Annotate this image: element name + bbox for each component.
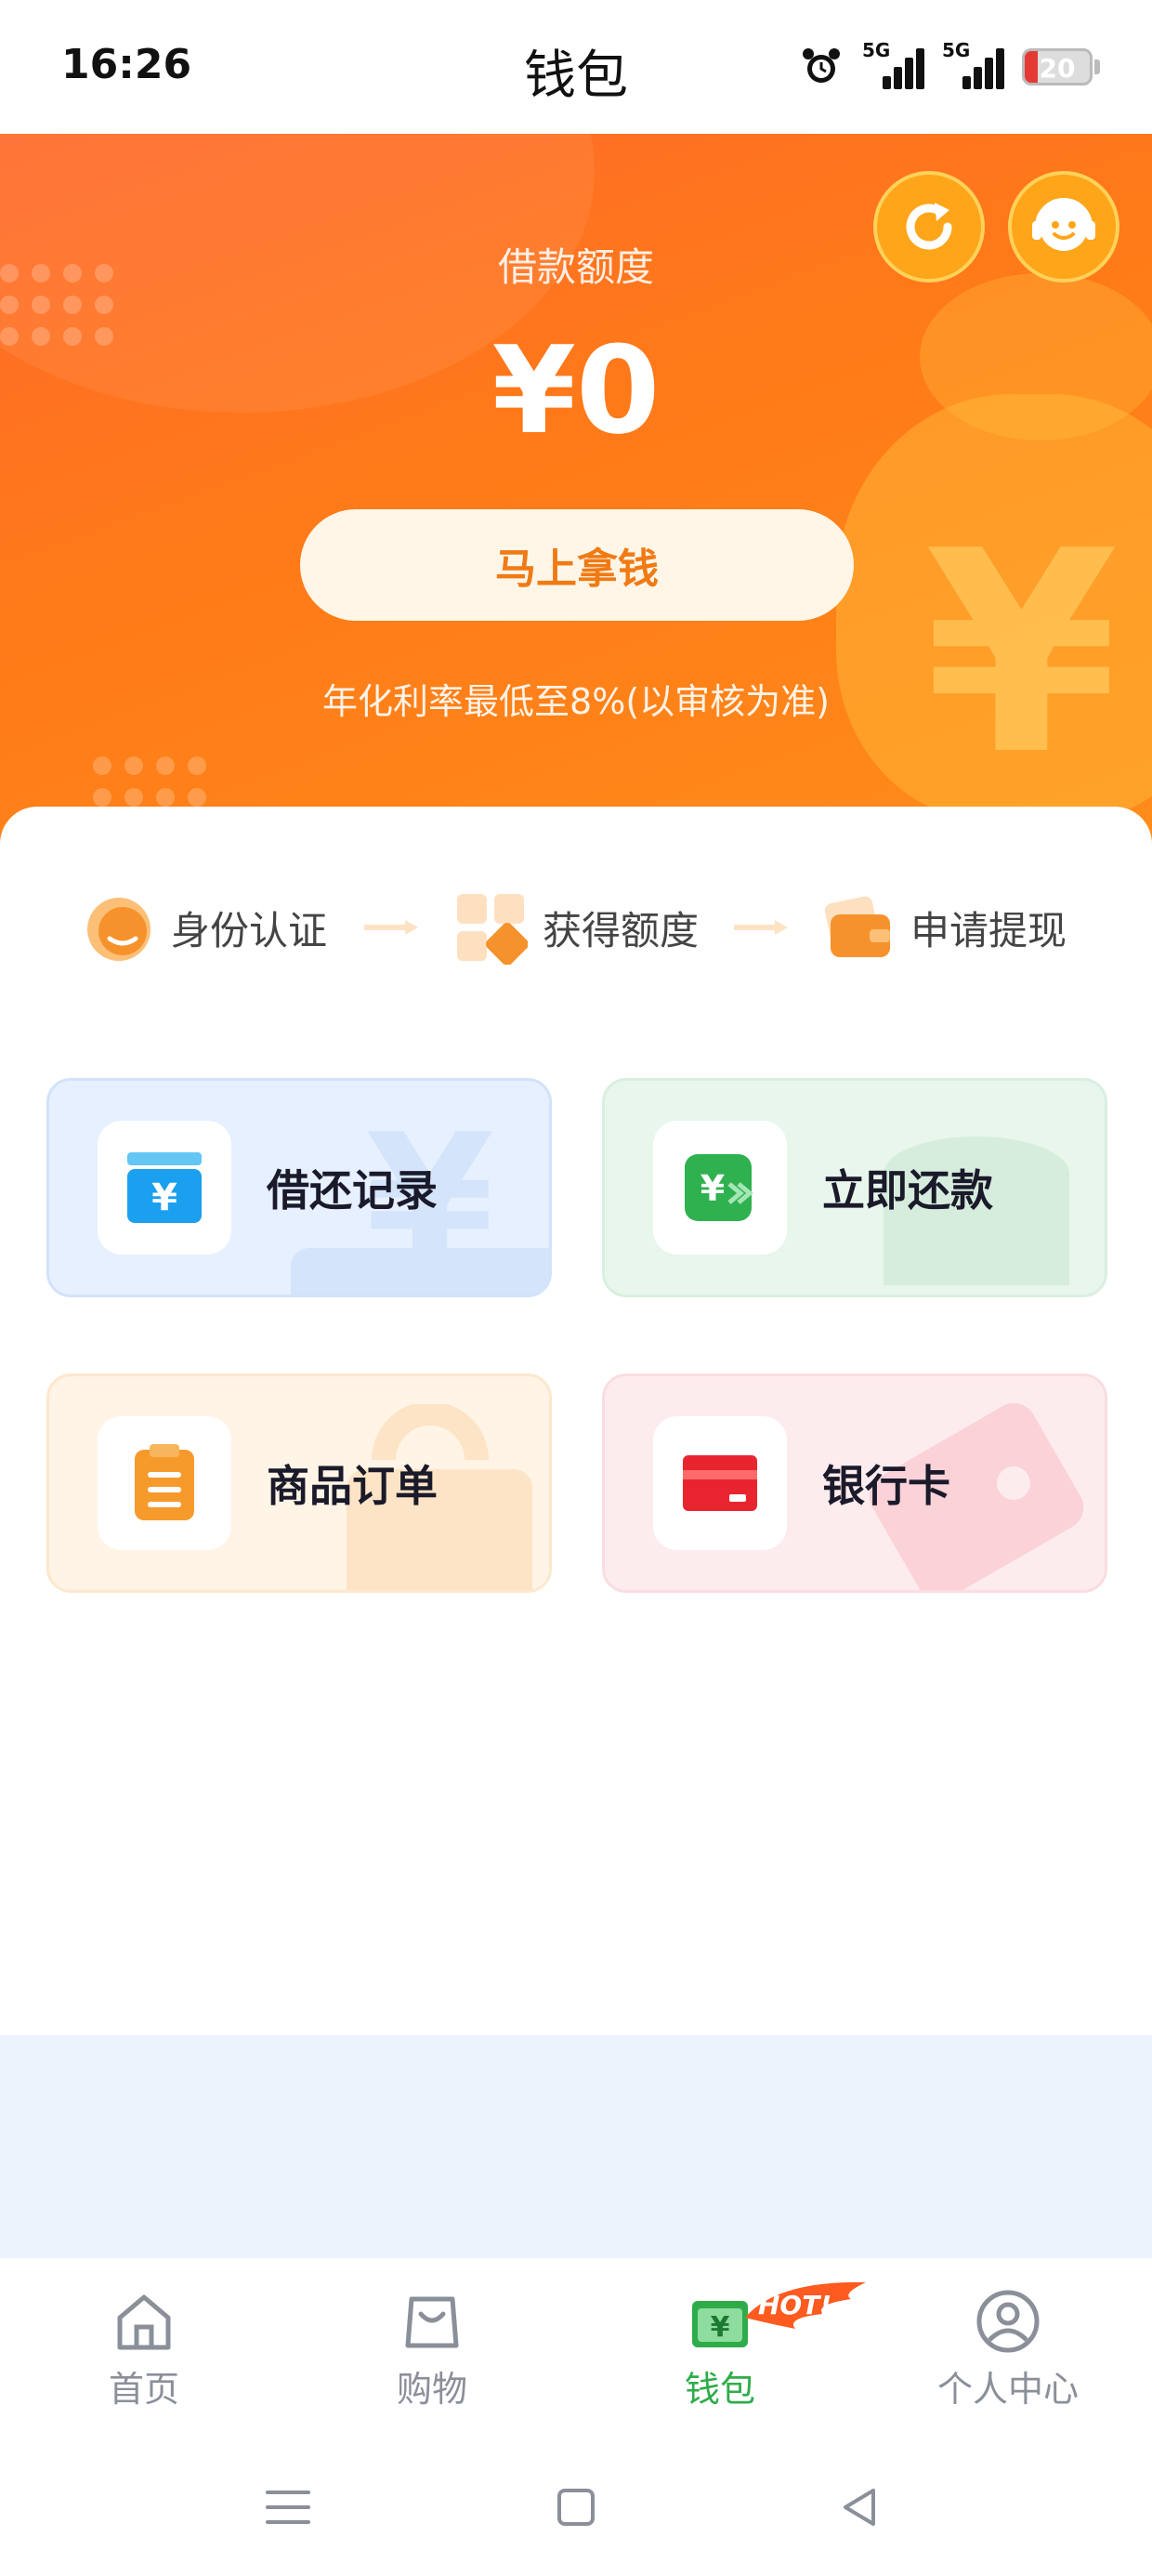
wallet-icon <box>824 896 890 957</box>
loan-hero: ¥ 借款额度 ¥0 马上拿钱 年化利率最低至8%(以审核为准) <box>0 134 1152 849</box>
loan-steps: 身份认证 获得额度 申请提现 <box>0 881 1152 974</box>
loan-limit-label: 借款额度 <box>497 244 654 290</box>
shopping-bag-icon <box>405 2296 459 2348</box>
home-square-icon[interactable] <box>548 2479 604 2535</box>
signal-icon-sim1: 5G <box>862 39 924 89</box>
nav-item-profile[interactable]: 个人中心 <box>864 2258 1152 2444</box>
yen-forward-icon: ¥ <box>685 1154 753 1221</box>
bank-card-icon <box>683 1455 757 1511</box>
signal-icon-sim2: 5G <box>942 39 1004 89</box>
nav-item-home[interactable]: 首页 <box>0 2258 288 2444</box>
menu-icon[interactable] <box>260 2479 316 2535</box>
empty-area <box>0 2035 1152 2258</box>
battery-level: 20 <box>1039 53 1076 84</box>
step-identity: 身份认证 <box>82 881 327 974</box>
borrow-repay-records-tile[interactable]: ¥ ¥ 借还记录 <box>46 1078 552 1297</box>
alarm-icon <box>803 48 840 83</box>
bottom-nav: 首页 购物 ¥ HOT! 钱包 个人中心 <box>0 2258 1152 2444</box>
user-icon <box>976 2290 1040 2353</box>
identity-icon <box>87 898 151 961</box>
system-nav-bar <box>0 2444 1152 2576</box>
wallet-content: 身份认证 获得额度 申请提现 ¥ ¥ 借还记录 ¥ 立即还款 商品订单 银行卡 <box>0 807 1152 2035</box>
get-money-button[interactable]: 马上拿钱 <box>300 509 854 621</box>
svg-text:¥: ¥ <box>711 2311 730 2344</box>
svg-text:¥: ¥ <box>151 1176 177 1219</box>
quota-icon <box>457 894 528 965</box>
home-icon <box>117 2294 171 2350</box>
nav-item-shopping[interactable]: 购物 <box>288 2258 576 2444</box>
svg-text:HOT!: HOT! <box>758 2290 831 2320</box>
hot-badge: HOT! <box>745 2281 866 2329</box>
clipboard-icon <box>135 1444 194 1520</box>
yen-card-icon: ¥ <box>127 1152 202 1223</box>
svg-text:¥: ¥ <box>700 1168 725 1209</box>
back-icon[interactable] <box>832 2479 888 2535</box>
step-arrow-icon <box>364 920 418 935</box>
step-withdraw: 申请提现 <box>821 881 1067 974</box>
battery-icon: 20 <box>1022 48 1093 85</box>
step-quota: 获得额度 <box>453 881 699 974</box>
status-bar: 16:26 钱包 5G 5G 20 <box>0 0 1152 134</box>
step-arrow-icon <box>734 920 788 935</box>
status-icons: 5G 5G 20 <box>799 39 1100 93</box>
loan-limit-amount: ¥0 <box>491 320 661 461</box>
product-orders-tile[interactable]: 商品订单 <box>46 1373 552 1593</box>
interest-rate-note: 年化利率最低至8%(以审核为准) <box>322 681 830 722</box>
nav-item-wallet[interactable]: ¥ HOT! 钱包 <box>576 2258 866 2444</box>
bank-card-tile[interactable]: 银行卡 <box>602 1373 1107 1593</box>
repay-now-tile[interactable]: ¥ 立即还款 <box>602 1078 1107 1297</box>
